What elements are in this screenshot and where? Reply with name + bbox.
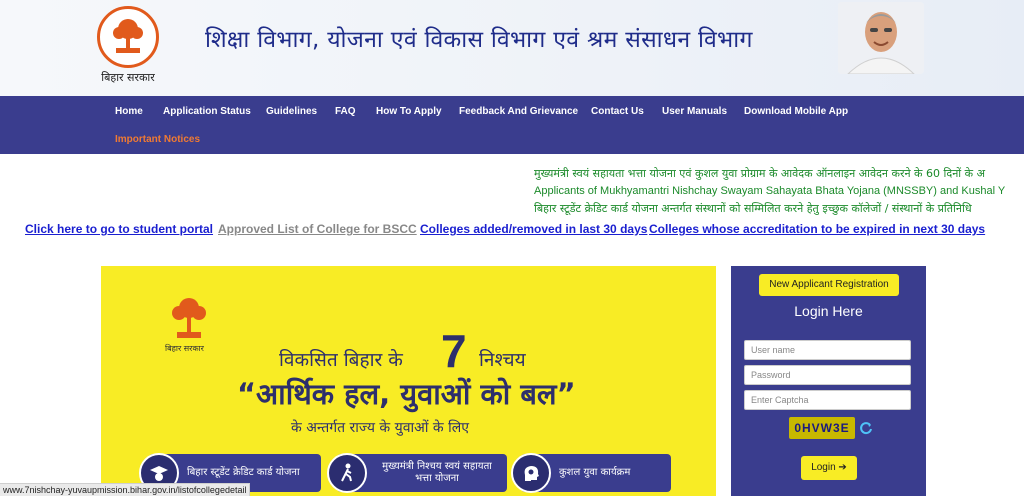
scheme-card-kushal-yuva[interactable]: कुशल युवा कार्यक्रम (511, 453, 671, 493)
nav-how-to-apply[interactable]: How To Apply (376, 106, 442, 117)
nav-guidelines[interactable]: Guidelines (266, 106, 317, 117)
nav-home[interactable]: Home (115, 106, 143, 117)
login-title: Login Here (794, 303, 863, 319)
browser-status-bar: www.7nishchay-yuvaupmission.bihar.gov.in… (0, 483, 251, 496)
banner-logo-caption: बिहार सरकार (165, 344, 204, 353)
nav-user-manuals[interactable]: User Manuals (662, 106, 727, 117)
bodhi-tree-icon (172, 298, 206, 338)
nav-faq[interactable]: FAQ (335, 106, 356, 117)
banner-seven: 7 (441, 325, 467, 377)
nav-contact-us[interactable]: Contact Us (591, 106, 644, 117)
captcha-input[interactable]: Enter Captcha (744, 390, 911, 410)
nav-download-mobile-app[interactable]: Download Mobile App (744, 106, 848, 117)
scheme-card-swayam-sahayata[interactable]: मुख्यमंत्री निश्चय स्वयं सहायता भत्ता यो… (327, 453, 507, 493)
nav-application-status[interactable]: Application Status (163, 106, 251, 117)
login-button[interactable]: Login ➔ (801, 456, 857, 480)
banner-line1a: विकसित बिहार के (279, 349, 403, 371)
scheme-card-label: कुशल युवा कार्यक्रम (559, 467, 631, 478)
marquee-line-hindi-2[interactable]: बिहार स्टूडेंट क्रेडिट कार्ड योजना अन्तर… (534, 201, 972, 216)
main-nav: Home Application Status Guidelines FAQ H… (0, 96, 1024, 154)
nav-important-notices[interactable]: Important Notices (115, 134, 200, 145)
scheme-card-label: मुख्यमंत्री निश्चय स्वयं सहायता भत्ता यो… (382, 461, 492, 484)
nav-feedback-grievance[interactable]: Feedback And Grievance (459, 106, 578, 117)
marquee-line-english[interactable]: Applicants of Mukhyamantri Nishchay Sway… (534, 185, 1005, 197)
colleges-added-link[interactable]: Colleges added/removed in last 30 days (420, 222, 647, 236)
bihar-govt-logo (97, 6, 159, 68)
walking-person-icon (327, 453, 367, 493)
chief-minister-photo (838, 2, 924, 74)
refresh-captcha-icon[interactable] (859, 421, 873, 435)
scheme-card-label: बिहार स्टूडेंट क्रेडिट कार्ड योजना (187, 467, 300, 478)
head-gears-icon (511, 453, 551, 493)
student-portal-link[interactable]: Click here to go to student portal (25, 222, 213, 236)
password-input[interactable]: Password (744, 365, 911, 385)
page-title: शिक्षा विभाग, योजना एवं विकास विभाग एवं … (205, 27, 753, 53)
new-applicant-registration-button[interactable]: New Applicant Registration (759, 274, 899, 296)
logo-caption: बिहार सरकार (101, 71, 155, 84)
colleges-accreditation-link[interactable]: Colleges whose accreditation to be expir… (649, 222, 985, 236)
captcha-image: 0HVW3E (789, 417, 855, 439)
seven-nishchay-banner: बिहार सरकार विकसित बिहार के 7 निश्चय “आर… (101, 266, 716, 496)
username-input[interactable]: User name (744, 340, 911, 360)
bodhi-tree-icon (113, 19, 143, 53)
banner-slogan: “आर्थिक हल, युवाओं को बल” (237, 377, 576, 411)
banner-subtitle: के अन्तर्गत राज्य के युवाओं के लिए (291, 420, 469, 436)
portrait-image (838, 2, 924, 74)
login-panel: New Applicant Registration Login Here Us… (731, 266, 926, 496)
banner-line1b: निश्चय (479, 349, 526, 371)
marquee-line-hindi-1[interactable]: मुख्यमंत्री स्वयं सहायता भत्ता योजना एवं… (534, 166, 985, 181)
approved-colleges-link[interactable]: Approved List of College for BSCC (218, 222, 417, 236)
site-header: बिहार सरकार शिक्षा विभाग, योजना एवं विका… (0, 0, 1024, 96)
news-marquee: मुख्यमंत्री स्वयं सहायता भत्ता योजना एवं… (534, 166, 1024, 220)
